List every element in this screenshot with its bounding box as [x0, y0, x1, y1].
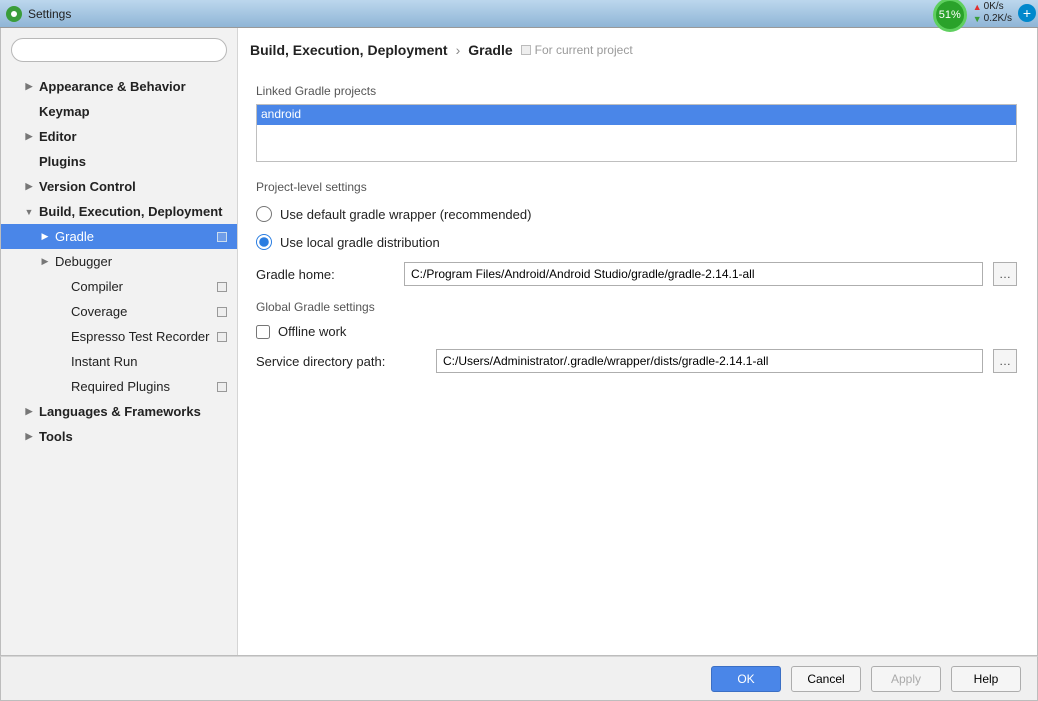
add-icon[interactable]: + — [1018, 4, 1036, 22]
scope-hint: For current project — [521, 43, 633, 57]
gradle-home-input[interactable] — [404, 262, 983, 286]
sidebar-item-coverage[interactable]: Coverage — [1, 299, 237, 324]
download-speed: 0.2K/s — [984, 13, 1012, 25]
list-item[interactable]: android — [257, 105, 1016, 125]
app-icon — [6, 6, 22, 22]
main-panel: Build, Execution, Deployment › Gradle Fo… — [238, 28, 1037, 655]
radio-local-wrapper[interactable]: Use local gradle distribution — [256, 234, 1017, 250]
sidebar-item-espresso-test-recorder[interactable]: Espresso Test Recorder — [1, 324, 237, 349]
service-dir-input[interactable] — [436, 349, 983, 373]
radio-default-label: Use default gradle wrapper (recommended) — [280, 207, 531, 222]
settings-window: Settings 51% ▲0K/s ▼0.2K/s + ▶Appearance… — [0, 0, 1038, 701]
sidebar: ▶ Appearance & Behavior Keymap ▶ Editor Plugi… — [1, 28, 238, 655]
browse-service-dir-button[interactable]: … — [993, 349, 1017, 373]
upload-speed: 0K/s — [984, 1, 1004, 13]
apply-button[interactable]: Apply — [871, 666, 941, 692]
sidebar-item-label: Version Control — [39, 179, 136, 194]
linked-projects-label: Linked Gradle projects — [256, 84, 1017, 98]
sidebar-item-compiler[interactable]: Compiler — [1, 274, 237, 299]
breadcrumb-parent: Build, Execution, Deployment — [250, 42, 448, 58]
browse-gradle-home-button[interactable]: … — [993, 262, 1017, 286]
sidebar-item-label: Appearance & Behavior — [39, 79, 186, 94]
sidebar-item-label: Espresso Test Recorder — [71, 329, 210, 344]
sidebar-item-gradle[interactable]: ▶ Gradle — [1, 224, 237, 249]
cancel-button[interactable]: Cancel — [791, 666, 861, 692]
chevron-right-icon: ▶ — [23, 131, 35, 142]
status-percent[interactable]: 51% — [933, 0, 967, 32]
project-scope-icon — [217, 332, 227, 342]
sidebar-item-label: Required Plugins — [71, 379, 170, 394]
sidebar-item-label: Coverage — [71, 304, 127, 319]
offline-work-row[interactable]: Offline work — [256, 324, 1017, 339]
sidebar-item-appearance-behavior[interactable]: ▶ Appearance & Behavior — [1, 74, 237, 99]
project-scope-icon — [217, 307, 227, 317]
chevron-down-icon: ▼ — [23, 207, 35, 217]
arrow-up-icon: ▲ — [973, 1, 982, 13]
breadcrumb-child: Gradle — [468, 42, 512, 58]
settings-tree[interactable]: ▶ Appearance & Behavior Keymap ▶ Editor Plugi… — [1, 70, 237, 655]
project-scope-icon — [217, 232, 227, 242]
chevron-right-icon: › — [456, 42, 461, 58]
window-title: Settings — [28, 7, 71, 21]
ok-button[interactable]: OK — [711, 666, 781, 692]
project-scope-icon — [217, 282, 227, 292]
titlebar: Settings 51% ▲0K/s ▼0.2K/s + — [0, 0, 1038, 28]
arrow-down-icon: ▼ — [973, 13, 982, 25]
radio-default[interactable] — [256, 206, 272, 222]
sidebar-item-label: Editor — [39, 129, 77, 144]
sidebar-item-label: Plugins — [39, 154, 86, 169]
content: ▶ Appearance & Behavior Keymap ▶ Editor Plugi… — [0, 28, 1038, 656]
offline-work-label: Offline work — [278, 324, 346, 339]
net-speeds: ▲0K/s ▼0.2K/s — [973, 1, 1012, 25]
sidebar-item-debugger[interactable]: ▶ Debugger — [1, 249, 237, 274]
chevron-right-icon: ▶ — [39, 256, 51, 267]
radio-local-label: Use local gradle distribution — [280, 235, 440, 250]
sidebar-item-label: Keymap — [39, 104, 90, 119]
sidebar-item-label: Build, Execution, Deployment — [39, 204, 222, 219]
chevron-right-icon: ▶ — [23, 181, 35, 192]
radio-default-wrapper[interactable]: Use default gradle wrapper (recommended) — [256, 206, 1017, 222]
offline-work-checkbox[interactable] — [256, 325, 270, 339]
sidebar-item-version-control[interactable]: ▶ Version Control — [1, 174, 237, 199]
sidebar-item-plugins[interactable]: Plugins — [1, 149, 237, 174]
radio-local[interactable] — [256, 234, 272, 250]
chevron-right-icon: ▶ — [23, 406, 35, 417]
help-button[interactable]: Help — [951, 666, 1021, 692]
chevron-right-icon: ▶ — [39, 231, 51, 242]
sidebar-item-editor[interactable]: ▶ Editor — [1, 124, 237, 149]
sidebar-item-label: Compiler — [71, 279, 123, 294]
sidebar-item-keymap[interactable]: Keymap — [1, 99, 237, 124]
chevron-right-icon: ▶ — [23, 431, 35, 442]
project-scope-icon — [521, 45, 531, 55]
gradle-panel: Linked Gradle projects android Project-l… — [238, 66, 1037, 381]
sidebar-item-label: Tools — [39, 429, 73, 444]
sidebar-item-instant-run[interactable]: Instant Run — [1, 349, 237, 374]
breadcrumb: Build, Execution, Deployment › Gradle Fo… — [238, 28, 1037, 66]
service-dir-label: Service directory path: — [256, 354, 426, 369]
project-level-label: Project-level settings — [256, 180, 1017, 194]
global-settings-label: Global Gradle settings — [256, 300, 1017, 314]
gradle-home-label: Gradle home: — [256, 267, 394, 282]
linked-projects-list[interactable]: android — [256, 104, 1017, 162]
chevron-right-icon: ▶ — [23, 81, 35, 92]
sidebar-item-label: Languages & Frameworks — [39, 404, 201, 419]
sidebar-item-languages-frameworks[interactable]: ▶ Languages & Frameworks — [1, 399, 237, 424]
sidebar-item-required-plugins[interactable]: Required Plugins — [1, 374, 237, 399]
search-input[interactable] — [11, 38, 227, 62]
sidebar-item-build-execution-deployment[interactable]: ▼ Build, Execution, Deployment — [1, 199, 237, 224]
sidebar-item-tools[interactable]: ▶ Tools — [1, 424, 237, 449]
sidebar-item-label: Debugger — [55, 254, 112, 269]
project-scope-icon — [217, 382, 227, 392]
dialog-footer: OK Cancel Apply Help — [0, 656, 1038, 701]
sidebar-item-label: Gradle — [55, 229, 94, 244]
status-widget: 51% ▲0K/s ▼0.2K/s + — [933, 0, 1038, 28]
sidebar-item-label: Instant Run — [71, 354, 138, 369]
